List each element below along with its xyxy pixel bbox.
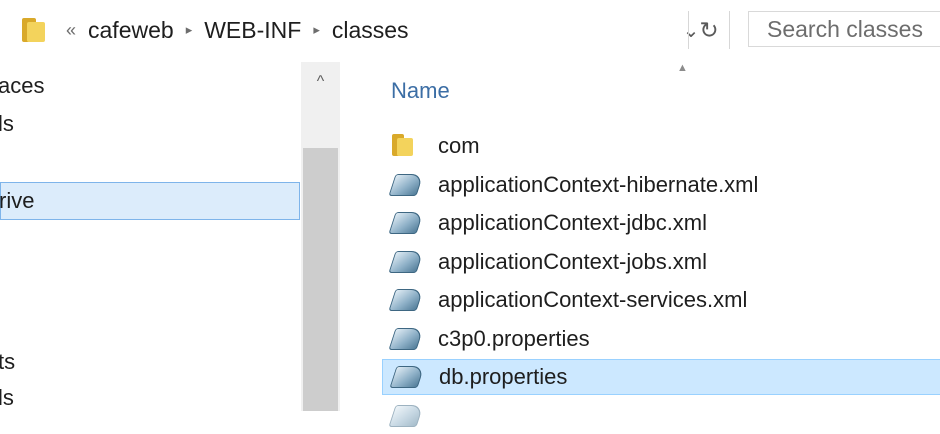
file-name: applicationContext-hibernate.xml bbox=[438, 172, 759, 197]
nav-item-ls[interactable]: ls bbox=[0, 106, 300, 142]
file-row-selected[interactable]: db.properties bbox=[382, 359, 940, 395]
breadcrumb-overflow-icon[interactable]: « bbox=[66, 20, 76, 41]
breadcrumb-cafeweb[interactable]: cafeweb bbox=[88, 17, 174, 44]
breadcrumb-separator-icon[interactable]: ▸ bbox=[313, 22, 320, 38]
nav-item-label: rive bbox=[0, 188, 35, 213]
file-row-partial[interactable] bbox=[382, 398, 940, 434]
file-icon bbox=[388, 210, 424, 236]
scrollbar-thumb[interactable] bbox=[303, 148, 338, 411]
navigation-pane: aces ls rive ts ls bbox=[0, 62, 300, 411]
file-icon bbox=[388, 403, 424, 429]
file-name: applicationContext-jobs.xml bbox=[438, 249, 708, 274]
folder-icon bbox=[22, 18, 52, 42]
nav-item-ts[interactable]: ts bbox=[0, 344, 300, 380]
nav-scrollbar[interactable]: ^ bbox=[301, 62, 340, 411]
scroll-up-icon[interactable]: ^ bbox=[301, 62, 340, 102]
search-input[interactable]: Search classes bbox=[748, 11, 940, 47]
breadcrumb-web-inf[interactable]: WEB-INF bbox=[204, 17, 301, 44]
file-row[interactable]: c3p0.properties bbox=[382, 321, 940, 357]
nav-item-label: ls bbox=[0, 385, 14, 410]
nav-item-label: ts bbox=[0, 349, 16, 374]
nav-item-label: aces bbox=[0, 73, 45, 98]
file-icon bbox=[388, 249, 424, 275]
file-list: ▲ Name com applicationContext-hibernate.… bbox=[340, 62, 940, 427]
nav-item-label: ls bbox=[0, 111, 14, 136]
folder-icon bbox=[390, 133, 424, 159]
file-row[interactable]: applicationContext-services.xml bbox=[382, 282, 940, 318]
file-icon bbox=[388, 326, 424, 352]
file-row[interactable]: applicationContext-jobs.xml bbox=[382, 244, 940, 280]
column-header-name[interactable]: Name bbox=[391, 78, 450, 104]
search-placeholder: Search classes bbox=[767, 15, 923, 42]
file-name: applicationContext-jdbc.xml bbox=[438, 210, 708, 235]
file-name: db.properties bbox=[439, 364, 568, 389]
sort-ascending-icon: ▲ bbox=[677, 62, 688, 74]
file-name: com bbox=[438, 133, 480, 158]
file-icon bbox=[389, 364, 425, 390]
breadcrumb-classes[interactable]: classes bbox=[332, 17, 409, 44]
refresh-icon[interactable]: ↻ bbox=[688, 11, 730, 49]
file-name: applicationContext-services.xml bbox=[438, 287, 748, 312]
address-bar-row: « cafeweb ▸ WEB-INF ▸ classes ⌄ ↻ Search… bbox=[0, 0, 940, 62]
nav-item-rive[interactable]: rive bbox=[0, 182, 300, 220]
breadcrumb-separator-icon[interactable]: ▸ bbox=[186, 22, 193, 38]
file-icon bbox=[388, 172, 424, 198]
file-icon bbox=[388, 287, 424, 313]
address-bar[interactable]: « cafeweb ▸ WEB-INF ▸ classes bbox=[14, 11, 672, 49]
nav-item-aces[interactable]: aces bbox=[0, 68, 300, 104]
file-name: c3p0.properties bbox=[438, 326, 590, 351]
file-row[interactable]: applicationContext-hibernate.xml bbox=[382, 167, 940, 203]
file-row-com[interactable]: com bbox=[382, 128, 940, 164]
file-row[interactable]: applicationContext-jdbc.xml bbox=[382, 205, 940, 241]
